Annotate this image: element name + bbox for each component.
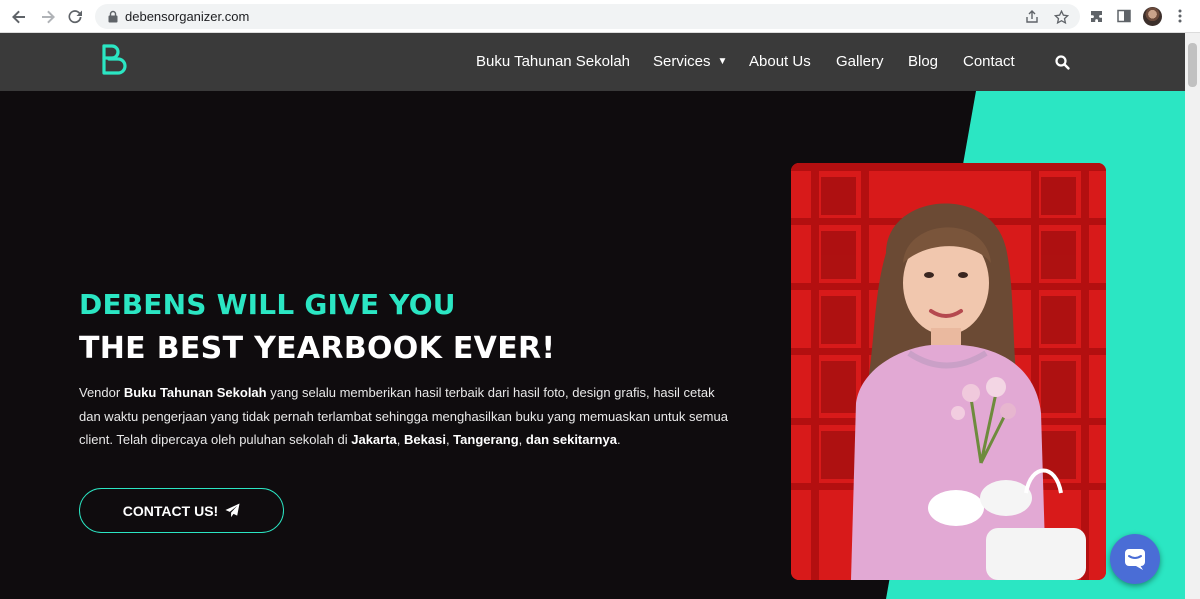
nav-buku-tahunan-sekolah[interactable]: Buku Tahunan Sekolah <box>476 53 630 70</box>
extensions-icon[interactable] <box>1087 6 1107 26</box>
desc-bold-text: Jakarta <box>351 432 397 447</box>
page-scrollbar[interactable] <box>1185 33 1200 599</box>
contact-us-button[interactable]: CONTACT US! <box>79 488 284 533</box>
nav-gallery[interactable]: Gallery <box>836 53 884 70</box>
nav-services[interactable]: Services ▼ <box>653 53 727 70</box>
chat-widget-button[interactable] <box>1110 534 1160 584</box>
contact-us-label: CONTACT US! <box>122 502 219 519</box>
desc-bold-text: Tangerang <box>453 432 519 447</box>
site-header: Buku Tahunan Sekolah Services ▼ About Us … <box>0 33 1185 91</box>
desc-text: . <box>616 432 621 447</box>
paper-plane-icon <box>225 503 240 518</box>
scrollbar-thumb[interactable] <box>1188 43 1197 87</box>
desc-text: Vendor <box>79 385 124 400</box>
desc-bold-text: dan sekitarnya <box>525 432 617 447</box>
url-text: debensorganizer.com <box>125 9 250 24</box>
hero-headline-line-2: THE BEST YEARBOOK EVER! <box>79 331 556 366</box>
nav-services-label: Services <box>653 53 711 70</box>
back-arrow-icon[interactable] <box>8 6 30 28</box>
desc-bold-text: Buku Tahunan Sekolah <box>123 385 267 400</box>
profile-avatar[interactable] <box>1143 7 1162 26</box>
hero-description: Vendor Buku Tahunan Sekolah yang selalu … <box>79 381 729 452</box>
lock-icon <box>108 10 118 23</box>
nav-about-us[interactable]: About Us <box>749 53 811 70</box>
nav-blog[interactable]: Blog <box>908 53 938 70</box>
side-panel-icon[interactable] <box>1114 6 1134 26</box>
browser-toolbar: debensorganizer.com <box>0 0 1200 33</box>
desc-text: , <box>518 432 526 447</box>
desc-bold-text: Bekasi <box>404 432 446 447</box>
nav-contact[interactable]: Contact <box>963 53 1015 70</box>
bookmark-star-icon[interactable] <box>1052 8 1070 26</box>
desc-text: , <box>396 432 405 447</box>
debens-logo[interactable] <box>100 44 132 76</box>
chat-bubble-icon <box>1125 549 1145 570</box>
hero-photo <box>791 163 1106 580</box>
more-menu-icon[interactable] <box>1170 6 1190 26</box>
chevron-down-icon: ▼ <box>717 56 728 67</box>
share-icon[interactable] <box>1023 8 1041 26</box>
reload-icon[interactable] <box>64 6 86 28</box>
address-bar[interactable]: debensorganizer.com <box>95 4 1080 29</box>
forward-arrow-icon[interactable] <box>37 6 59 28</box>
hero-headline-line-1: DEBENS WILL GIVE YOU <box>79 288 456 321</box>
search-icon[interactable] <box>1055 55 1070 70</box>
hero-section: DEBENS WILL GIVE YOU THE BEST YEARBOOK E… <box>0 91 1185 599</box>
